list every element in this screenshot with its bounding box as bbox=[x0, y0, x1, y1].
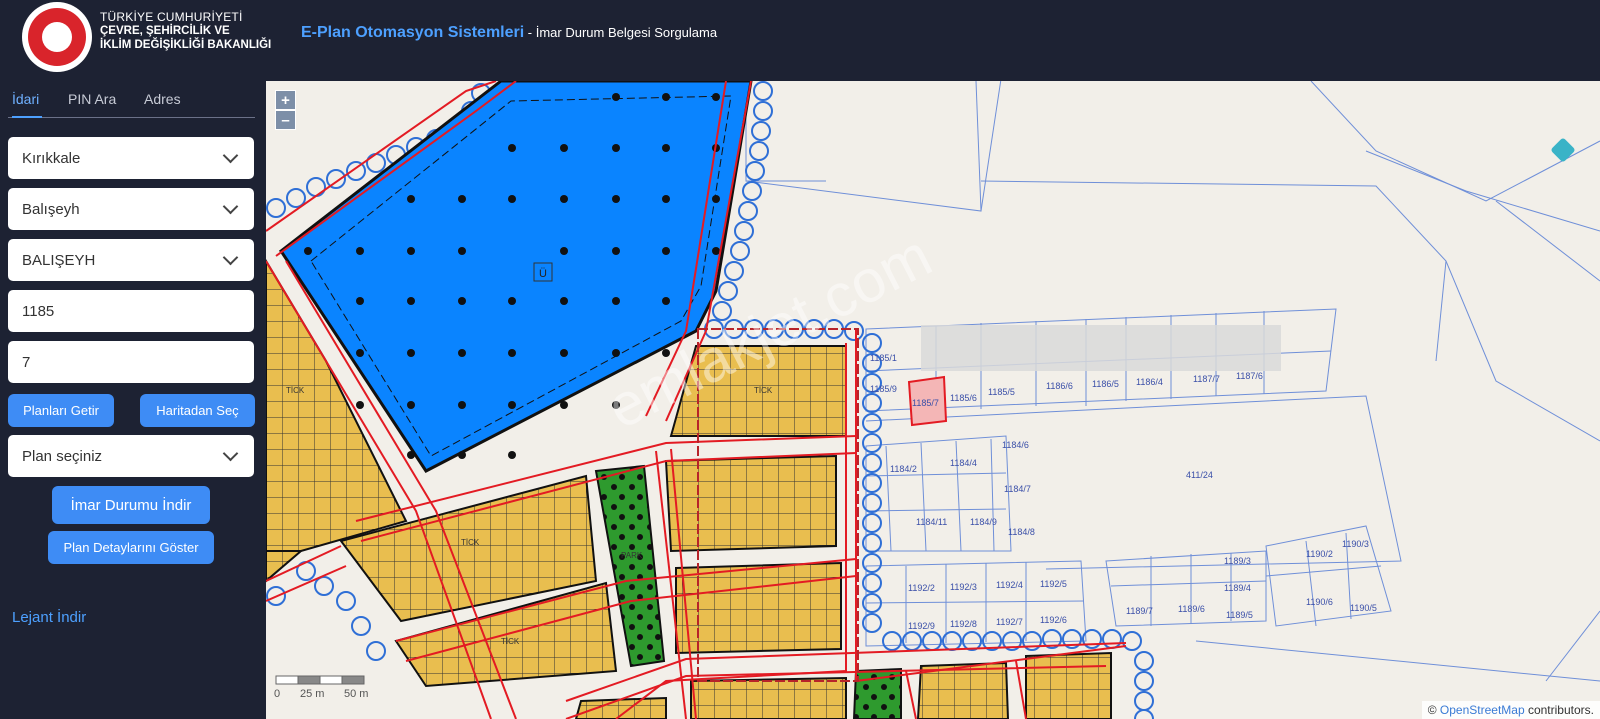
parcel-label: 1190/2 bbox=[1306, 549, 1333, 559]
plan-select-value: Plan seçiniz bbox=[22, 447, 103, 465]
parcel-label: 1184/2 bbox=[890, 464, 917, 474]
parcel-label: 1192/2 bbox=[908, 583, 935, 593]
parcel-label: 411/24 bbox=[1186, 470, 1213, 480]
parcel-label: 1185/1 bbox=[870, 353, 897, 363]
tick-label: TİCK bbox=[461, 538, 480, 547]
parcel-label: 1185/7 bbox=[912, 398, 939, 408]
neighborhood-value: BALIŞEYH bbox=[22, 251, 96, 269]
legend-download-link[interactable]: Lejant İndir bbox=[12, 609, 86, 626]
ministry-line1: TÜRKİYE CUMHURİYETİ bbox=[100, 10, 243, 24]
tick-label: TİCK bbox=[286, 386, 305, 395]
parcel-label: 1192/3 bbox=[950, 582, 977, 592]
parcel-label: 1184/4 bbox=[950, 458, 977, 468]
osm-link[interactable]: OpenStreetMap bbox=[1440, 703, 1525, 717]
parcel-label: 1189/5 bbox=[1226, 610, 1253, 620]
app-title: E-Plan Otomasyon Sistemleri - İmar Durum… bbox=[301, 24, 717, 42]
parcel-label: 1192/8 bbox=[950, 619, 977, 629]
parcel-label: 1189/6 bbox=[1178, 604, 1205, 614]
search-tabs: İdari PIN Ara Adres bbox=[8, 81, 255, 118]
blue-zone-label: Ü bbox=[539, 268, 547, 280]
province-select[interactable]: Kırıkkale bbox=[8, 137, 254, 179]
chevron-down-icon bbox=[222, 249, 239, 266]
ministry-logo bbox=[22, 2, 92, 72]
block-input[interactable]: 1185 bbox=[8, 290, 254, 332]
map-view[interactable]: Ü TİCK TİCK TİCK TİCK PARK 1185/1 1185/9… bbox=[266, 81, 1600, 719]
tab-idari[interactable]: İdari bbox=[12, 91, 39, 107]
parcel-label: 1190/3 bbox=[1342, 539, 1369, 549]
parcel-input[interactable]: 7 bbox=[8, 341, 254, 383]
parcel-label: 1192/6 bbox=[1040, 615, 1067, 625]
parcel-label: 1185/6 bbox=[950, 393, 977, 403]
app-name: E-Plan Otomasyon Sistemleri bbox=[301, 24, 525, 41]
parcel-label: 1189/4 bbox=[1224, 583, 1251, 593]
plan-select[interactable]: Plan seçiniz bbox=[8, 435, 254, 477]
app-subtitle: - İmar Durum Belgesi Sorgulama bbox=[524, 25, 718, 40]
neighborhood-select[interactable]: BALIŞEYH bbox=[8, 239, 254, 281]
parcel-label: 1184/8 bbox=[1008, 527, 1035, 537]
ministry-line2: ÇEVRE, ŞEHİRCİLİK VE bbox=[100, 25, 230, 37]
parcel-label: 1184/6 bbox=[1002, 440, 1029, 450]
zoom-in-button[interactable]: + bbox=[275, 90, 296, 110]
sidebar: İdari PIN Ara Adres Kırıkkale Balışeyh B… bbox=[0, 81, 266, 719]
tab-pin-ara[interactable]: PIN Ara bbox=[68, 91, 116, 107]
map-attribution: © OpenStreetMap contributors. bbox=[1421, 701, 1600, 719]
download-zoning-button[interactable]: İmar Durumu İndir bbox=[52, 486, 210, 524]
chevron-down-icon bbox=[222, 147, 239, 164]
parcel-label: 1186/6 bbox=[1046, 381, 1073, 391]
scale-bar: 0 25 m 50 m bbox=[274, 674, 384, 712]
attribution-prefix: © bbox=[1427, 703, 1440, 717]
header-bar: TÜRKİYE CUMHURİYETİ ÇEVRE, ŞEHİRCİLİK VE… bbox=[0, 0, 1600, 81]
chevron-down-icon bbox=[222, 445, 239, 462]
parcel-label: 1184/9 bbox=[970, 517, 997, 527]
scale-label-25: 25 m bbox=[300, 688, 325, 700]
tick-label: TİCK bbox=[501, 637, 520, 646]
province-value: Kırıkkale bbox=[22, 149, 81, 167]
scale-label-0: 0 bbox=[274, 688, 281, 700]
map-canvas: Ü TİCK TİCK TİCK TİCK PARK 1185/1 1185/9… bbox=[266, 81, 1600, 719]
parcel-label: 1184/7 bbox=[1004, 484, 1031, 494]
block-value: 1185 bbox=[22, 302, 55, 320]
ministry-line3: İKLİM DEĞİŞİKLİĞİ BAKANLIĞI bbox=[100, 39, 272, 51]
parcel-label: 1192/4 bbox=[996, 580, 1023, 590]
parcel-label: 1192/9 bbox=[908, 621, 935, 631]
ministry-name: TÜRKİYE CUMHURİYETİ ÇEVRE, ŞEHİRCİLİK VE… bbox=[100, 10, 271, 52]
park-label: PARK bbox=[621, 551, 643, 560]
tick-label: TİCK bbox=[754, 386, 773, 395]
zoom-out-button[interactable]: – bbox=[275, 110, 296, 130]
parcel-label: 1185/5 bbox=[988, 387, 1015, 397]
attribution-suffix: contributors. bbox=[1524, 703, 1594, 717]
parcel-label: 1187/6 bbox=[1236, 371, 1263, 381]
district-select[interactable]: Balışeyh bbox=[8, 188, 254, 230]
parcel-label: 1187/7 bbox=[1193, 374, 1220, 384]
parcel-label: 1192/5 bbox=[1040, 579, 1067, 589]
district-value: Balışeyh bbox=[22, 200, 80, 218]
scale-label-50: 50 m bbox=[344, 688, 369, 700]
pick-from-map-button[interactable]: Haritadan Seç bbox=[140, 394, 255, 427]
active-tab-indicator bbox=[12, 116, 42, 118]
parcel-label: 1185/9 bbox=[870, 384, 897, 394]
get-plans-button[interactable]: Planları Getir bbox=[8, 394, 114, 427]
parcel-label: 1186/4 bbox=[1136, 377, 1163, 387]
parcel-label: 1186/5 bbox=[1092, 379, 1119, 389]
redaction-box bbox=[921, 325, 1281, 371]
parcel-label: 1189/7 bbox=[1126, 606, 1153, 616]
parcel-label: 1184/11 bbox=[916, 517, 947, 527]
parcel-label: 1192/7 bbox=[996, 617, 1023, 627]
chevron-down-icon bbox=[222, 198, 239, 215]
parcel-label: 1189/3 bbox=[1224, 556, 1251, 566]
parcel-label: 1190/6 bbox=[1306, 597, 1333, 607]
parcel-label: 1190/5 bbox=[1350, 603, 1377, 613]
tab-adres[interactable]: Adres bbox=[144, 91, 181, 107]
parcel-value: 7 bbox=[22, 353, 31, 371]
plan-details-button[interactable]: Plan Detaylarını Göster bbox=[48, 531, 214, 564]
